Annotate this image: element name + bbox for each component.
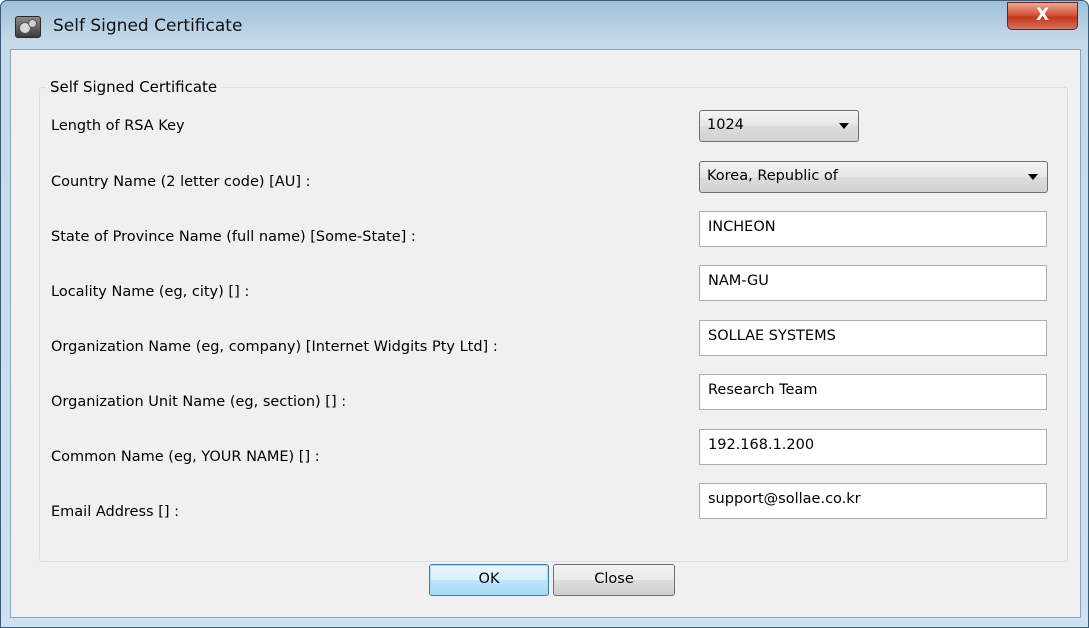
rsa-key-label: Length of RSA Key bbox=[51, 118, 185, 134]
window-title: Self Signed Certificate bbox=[53, 16, 243, 36]
group-legend: Self Signed Certificate bbox=[50, 78, 218, 96]
country-label: Country Name (2 letter code) [AU] : bbox=[51, 174, 311, 190]
org-unit-input[interactable]: Research Team bbox=[699, 374, 1047, 410]
rsa-key-select[interactable]: 1024 bbox=[699, 110, 859, 142]
organization-label: Organization Name (eg, company) [Interne… bbox=[51, 339, 498, 355]
window-close-button[interactable]: X bbox=[1007, 2, 1078, 30]
chevron-down-icon bbox=[839, 123, 849, 129]
common-name-label: Common Name (eg, YOUR NAME) [] : bbox=[51, 449, 320, 465]
state-label: State of Province Name (full name) [Some… bbox=[51, 229, 416, 245]
country-value: Korea, Republic of bbox=[707, 168, 838, 184]
email-label: Email Address [] : bbox=[51, 504, 180, 520]
gears-icon bbox=[15, 16, 41, 38]
ok-button[interactable]: OK bbox=[429, 564, 549, 596]
rsa-key-value: 1024 bbox=[707, 117, 744, 133]
chevron-down-icon bbox=[1028, 174, 1038, 180]
dialog-window: Self Signed Certificate X Self Signed Ce… bbox=[0, 0, 1089, 628]
org-unit-label: Organization Unit Name (eg, section) [] … bbox=[51, 394, 347, 410]
country-select[interactable]: Korea, Republic of bbox=[699, 161, 1048, 193]
close-icon: X bbox=[1035, 5, 1050, 25]
title-bar[interactable]: Self Signed Certificate X bbox=[1, 1, 1088, 49]
email-input[interactable]: support@sollae.co.kr bbox=[699, 483, 1047, 519]
locality-input[interactable]: NAM-GU bbox=[699, 265, 1047, 301]
common-name-input[interactable]: 192.168.1.200 bbox=[699, 429, 1047, 465]
locality-label: Locality Name (eg, city) [] : bbox=[51, 284, 250, 300]
close-button[interactable]: Close bbox=[553, 564, 675, 596]
organization-input[interactable]: SOLLAE SYSTEMS bbox=[699, 320, 1047, 356]
state-input[interactable]: INCHEON bbox=[699, 211, 1047, 247]
